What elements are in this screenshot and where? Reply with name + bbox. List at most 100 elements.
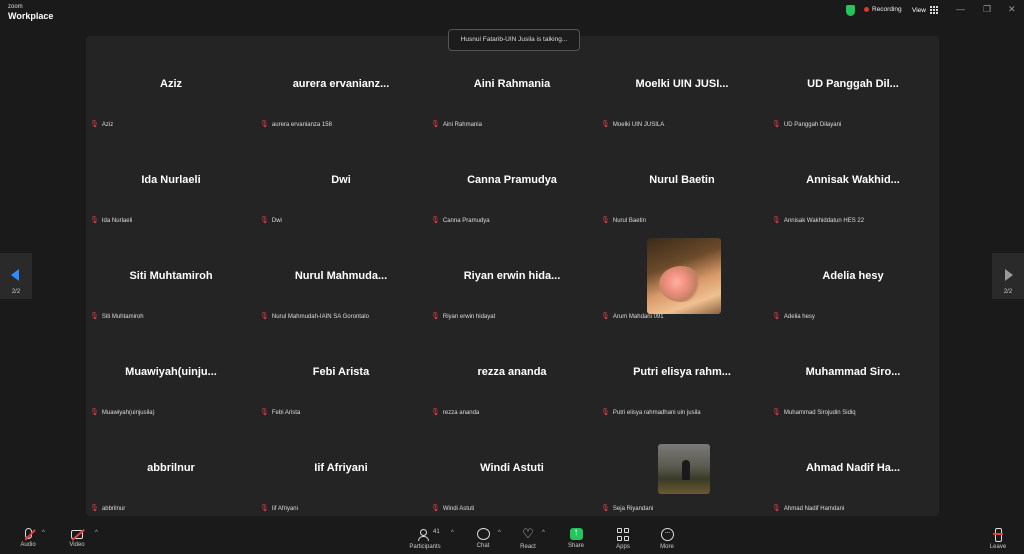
participants-options-caret[interactable]: ^ (451, 530, 454, 536)
muted-mic-icon: 🎙 (772, 409, 781, 416)
audio-label: Audio (20, 542, 36, 548)
participant-label-text: rezza ananda (442, 410, 480, 416)
react-options-caret[interactable]: ^ (542, 530, 545, 536)
participant-tile[interactable]: Putri elisya rahm... 🎙 Putri elisya rahmad… (597, 324, 767, 420)
participant-label-text: Putri elisya rahmadhani uin jusila (612, 410, 701, 416)
ellipsis-icon: ··· (660, 528, 674, 541)
participant-photo (658, 444, 710, 494)
participant-label: 🎙 Canna Pramudya (431, 217, 490, 224)
participant-name: Ida Nurlaeli (141, 174, 201, 186)
participant-tile[interactable]: Nurul Baetin 🎙 Nurul Baetin (597, 132, 767, 228)
arrow-left-icon (11, 269, 19, 281)
participant-label-text: Moelki UIN JUSILA (612, 122, 665, 128)
muted-mic-icon: 🎙 (431, 505, 440, 512)
video-button[interactable]: Video (57, 528, 97, 548)
participant-name: Dwi (331, 174, 351, 186)
participant-photo (647, 238, 721, 314)
share-label: Share (567, 543, 584, 549)
chat-button[interactable]: Chat (463, 528, 503, 549)
participant-label-text: Arum Mahdani 091 (612, 314, 664, 320)
participant-label: 🎙 UD Panggah Dilayani (772, 121, 842, 128)
muted-mic-icon: 🎙 (601, 505, 610, 512)
share-button[interactable]: Share (556, 527, 596, 549)
muted-mic-icon: 🎙 (90, 217, 99, 224)
participant-label-text: Aziz (101, 122, 114, 128)
muted-mic-icon: 🎙 (772, 313, 781, 320)
participant-tile[interactable]: Canna Pramudya 🎙 Canna Pramudya (427, 132, 597, 228)
maximize-button[interactable]: ❐ (983, 4, 991, 15)
recording-indicator[interactable]: Recording (864, 6, 902, 13)
participant-tile[interactable]: Muhammad Siro... 🎙 Muhammad Sirojudin Sidi… (768, 324, 938, 420)
minimize-button[interactable]: — (956, 4, 965, 14)
participant-tile[interactable]: Aziz 🎙 Aziz (86, 36, 256, 132)
participant-tile[interactable]: Febi Arista 🎙 Febi Arista (256, 324, 426, 420)
previous-page-button[interactable]: 2/2 (0, 253, 32, 299)
muted-mic-icon: 🎙 (260, 409, 269, 416)
view-button[interactable]: View (912, 6, 938, 14)
participant-label: 🎙 Riyan erwin hidayat (431, 313, 495, 320)
muted-mic-icon: 🎙 (431, 217, 440, 224)
participant-tile[interactable]: Ida Nurlaeli 🎙 Ida Nurlaeli (86, 132, 256, 228)
more-label: More (660, 544, 674, 550)
participant-tile[interactable]: Iif Afriyani 🎙 Iif Afriyani (256, 420, 426, 516)
react-label: React (520, 544, 536, 550)
participant-label: 🎙 Iif Afriyani (260, 505, 298, 512)
participant-label-text: Ahmad Nadif Hamdani (783, 506, 845, 512)
participant-label: 🎙 Ahmad Nadif Hamdani (772, 505, 845, 512)
muted-mic-icon: 🎙 (601, 409, 610, 416)
participant-tile[interactable]: Nurul Mahmuda... 🎙 Nurul Mahmudah-IAIN SA … (256, 228, 426, 324)
participant-tile[interactable]: Adelia hesy 🎙 Adelia hesy (768, 228, 938, 324)
video-options-caret[interactable]: ^ (95, 530, 98, 536)
participant-name: Windi Astuti (480, 462, 544, 474)
participant-name: rezza ananda (477, 366, 547, 378)
security-shield-icon[interactable] (846, 5, 855, 16)
participant-tile[interactable]: Dwi 🎙 Dwi (256, 132, 426, 228)
participant-tile[interactable]: Riyan erwin hida... 🎙 Riyan erwin hidayat (427, 228, 597, 324)
participant-name: Riyan erwin hida... (463, 270, 561, 282)
active-speaker-banner: Husnul Fatarib-UIN Jusila is talking... (448, 29, 580, 51)
participant-label: 🎙 Dwi (260, 217, 282, 224)
person-silhouette-image (682, 460, 690, 480)
participant-label: 🎙 Muawiyah(uinjusila) (90, 409, 155, 416)
participant-tile[interactable]: Windi Astuti 🎙 Windi Astuti (427, 420, 597, 516)
chat-bubble-icon (476, 528, 490, 540)
chat-options-caret[interactable]: ^ (498, 530, 501, 536)
muted-mic-icon: 🎙 (90, 409, 99, 416)
participant-tile[interactable]: aurera ervanianz... 🎙 aurera ervanianza 15… (256, 36, 426, 132)
participant-tile[interactable]: Muawiyah(uinju... 🎙 Muawiyah(uinjusila) (86, 324, 256, 420)
muted-mic-icon: 🎙 (601, 121, 610, 128)
participant-tile[interactable]: Moelki UIN JUSI... 🎙 Moelki UIN JUSILA (597, 36, 767, 132)
participant-label-text: Seja Riyandani (612, 506, 654, 512)
participants-label: Participants (409, 544, 441, 550)
more-button[interactable]: ··· More (647, 528, 687, 550)
participant-label-text: Siti Muhtamiroh (101, 314, 144, 320)
participant-label-text: UD Panggah Dilayani (783, 122, 842, 128)
participant-label: 🎙 Putri elisya rahmadhani uin jusila (601, 409, 701, 416)
apps-button[interactable]: Apps (603, 528, 643, 550)
participant-label: 🎙 abbrilnur (90, 505, 126, 512)
participant-tile[interactable]: UD Panggah Dil... 🎙 UD Panggah Dilayani (768, 36, 938, 132)
participant-tile[interactable]: Siti Muhtamiroh 🎙 Siti Muhtamiroh (86, 228, 256, 324)
participant-name: Iif Afriyani (314, 462, 368, 474)
leave-button[interactable]: Leave (978, 528, 1018, 550)
participants-count: 41 (433, 529, 440, 535)
participant-tile[interactable]: Annisak Wakhid... 🎙 Annisak Wakhiddatun HE… (768, 132, 938, 228)
participant-tile[interactable]: Ahmad Nadif Ha... 🎙 Ahmad Nadif Hamdani (768, 420, 938, 516)
participant-label-text: Nurul Baetin (612, 218, 646, 224)
camera-off-icon (71, 530, 83, 539)
participant-label: 🎙 Seja Riyandani (601, 505, 654, 512)
view-label: View (912, 6, 926, 14)
participant-name: aurera ervanianz... (292, 78, 390, 90)
participant-tile[interactable]: rezza ananda 🎙 rezza ananda (427, 324, 597, 420)
audio-options-caret[interactable]: ^ (42, 530, 45, 536)
participant-label-text: abbrilnur (101, 506, 126, 512)
page-indicator: 2/2 (1003, 289, 1013, 295)
record-dot-icon (864, 7, 869, 12)
participant-label: 🎙 rezza ananda (431, 409, 480, 416)
next-page-button[interactable]: 2/2 (992, 253, 1024, 299)
participant-tile[interactable]: abbrilnur 🎙 abbrilnur (86, 420, 256, 516)
close-button[interactable]: ✕ (1008, 4, 1016, 15)
participant-name: Siti Muhtamiroh (129, 270, 213, 282)
share-screen-icon (569, 527, 583, 540)
video-label: Video (69, 542, 85, 548)
